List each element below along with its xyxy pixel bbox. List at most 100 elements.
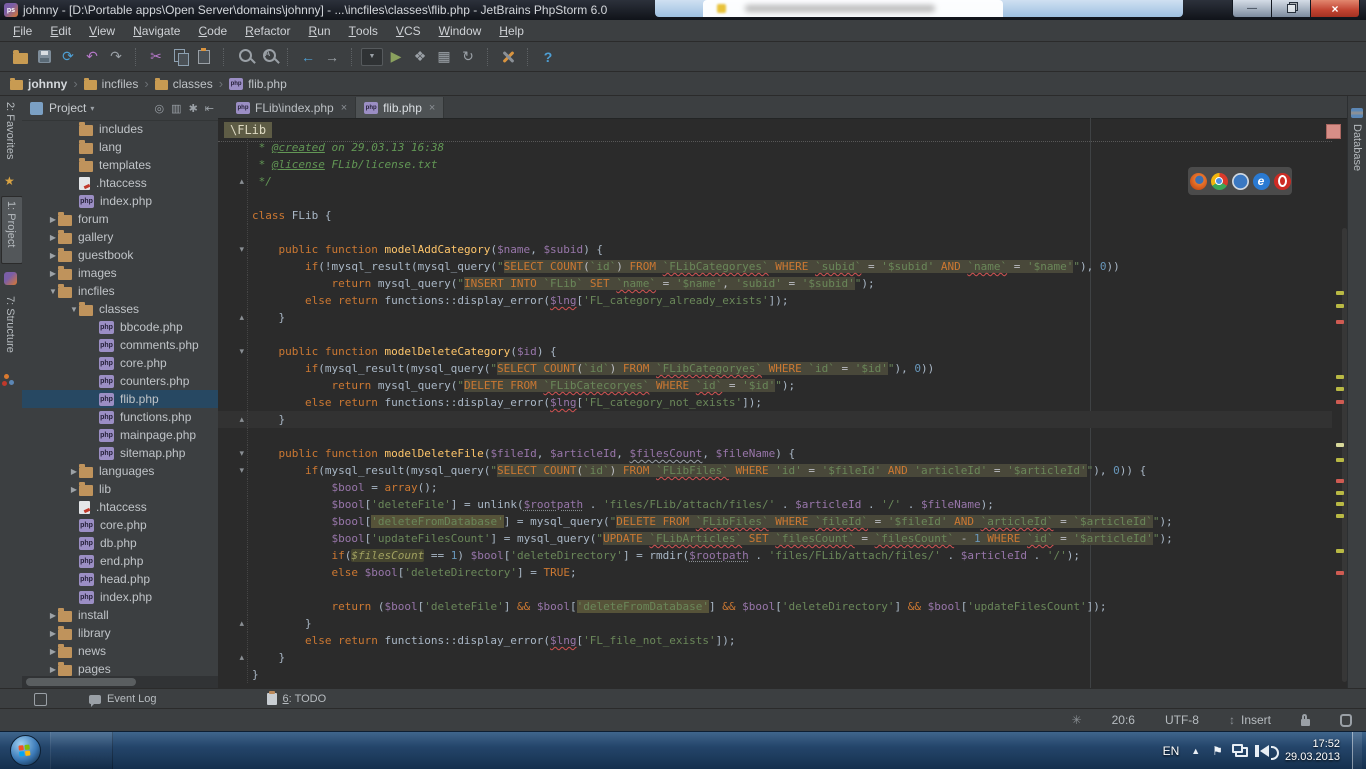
breadcrumb-classes[interactable]: classes: [155, 77, 213, 91]
action-center-icon[interactable]: ⚑: [1212, 744, 1223, 758]
tree-closed-arrow-icon[interactable]: ▶: [48, 251, 58, 260]
tree-closed-arrow-icon[interactable]: ▶: [48, 665, 58, 674]
safari-icon[interactable]: [1232, 173, 1249, 190]
code-line[interactable]: if($filesCount == 1) $bool['deleteDirect…: [218, 547, 1332, 564]
language-indicator[interactable]: EN: [1163, 744, 1180, 758]
project-header-collapse-icon[interactable]: ⇤: [205, 102, 214, 115]
tree-item-languages[interactable]: ▶languages: [22, 462, 218, 480]
volume-icon[interactable]: [1260, 745, 1269, 757]
tree-closed-arrow-icon[interactable]: ▶: [48, 269, 58, 278]
tab-flib.php[interactable]: phpflib.php×: [356, 97, 444, 118]
tree-item-install[interactable]: ▶install: [22, 606, 218, 624]
tree-item-guestbook[interactable]: ▶guestbook: [22, 246, 218, 264]
show-desktop-button[interactable]: [1352, 732, 1362, 769]
tool-button-favorites[interactable]: 2: Favorites: [4, 102, 16, 159]
toolbar-rerun-icon[interactable]: ↻: [457, 46, 479, 68]
code-line[interactable]: ▴ }: [218, 309, 1332, 326]
tree-open-arrow-icon[interactable]: ▼: [69, 305, 79, 314]
tree-closed-arrow-icon[interactable]: ▶: [48, 215, 58, 224]
stripe-mark[interactable]: [1336, 443, 1344, 447]
chrome-icon[interactable]: [1211, 173, 1228, 190]
stripe-mark[interactable]: [1336, 400, 1344, 404]
project-header-split-icon[interactable]: ▥: [171, 102, 181, 115]
menu-tools[interactable]: Tools: [340, 20, 387, 41]
menu-view[interactable]: View: [80, 20, 124, 41]
file-error-indicator[interactable]: [1326, 124, 1341, 139]
tree-item-templates[interactable]: templates: [22, 156, 218, 174]
tab-close-icon[interactable]: ×: [341, 102, 347, 114]
code-line[interactable]: $bool['deleteFile'] = unlink($rootpath .…: [218, 496, 1332, 513]
menu-run[interactable]: Run: [300, 20, 340, 41]
code-line[interactable]: [218, 224, 1332, 241]
breadcrumb-incfiles[interactable]: incfiles: [84, 77, 139, 91]
tool-button-project[interactable]: 1: Project: [1, 196, 23, 264]
network-icon[interactable]: [1235, 747, 1248, 757]
menu-window[interactable]: Window: [430, 20, 491, 41]
stripe-mark[interactable]: [1336, 491, 1344, 495]
scrollbar-thumb[interactable]: [26, 678, 136, 686]
close-button[interactable]: ×: [1310, 0, 1360, 18]
tree-item-library[interactable]: ▶library: [22, 624, 218, 642]
toolbar-open-folder-icon[interactable]: [9, 46, 31, 68]
toolbar-back-icon[interactable]: ←: [297, 46, 319, 68]
tree-item-comments.php[interactable]: phpcomments.php: [22, 336, 218, 354]
tree-item-gallery[interactable]: ▶gallery: [22, 228, 218, 246]
tree-item-forum[interactable]: ▶forum: [22, 210, 218, 228]
tree-item-sitemap.php[interactable]: phpsitemap.php: [22, 444, 218, 462]
toolwindow-button-event-log[interactable]: Event Log: [89, 693, 157, 705]
code-line[interactable]: if(mysql_result(mysql_query("SELECT COUN…: [218, 360, 1332, 377]
lock-icon[interactable]: [1301, 719, 1310, 726]
toolbar-undo-icon[interactable]: ↶: [81, 46, 103, 68]
code-line[interactable]: ▾ if(mysql_result(mysql_query("SELECT CO…: [218, 462, 1332, 479]
tree-item-classes[interactable]: ▼classes: [22, 300, 218, 318]
code-line[interactable]: ▾ public function modelAddCategory($name…: [218, 241, 1332, 258]
caret-position[interactable]: 20:6: [1112, 713, 1135, 727]
project-header-locate-icon[interactable]: ◎: [155, 102, 165, 115]
code-line[interactable]: [218, 190, 1332, 207]
tree-item-.htaccess[interactable]: .htaccess: [22, 498, 218, 516]
tree-item-news[interactable]: ▶news: [22, 642, 218, 660]
code-line[interactable]: $bool['deleteFromDatabase'] = mysql_quer…: [218, 513, 1332, 530]
tree-closed-arrow-icon[interactable]: ▶: [69, 485, 79, 494]
menu-help[interactable]: Help: [490, 20, 533, 41]
toolbar-paste-icon[interactable]: [193, 46, 215, 68]
tree-item-mainpage.php[interactable]: phpmainpage.php: [22, 426, 218, 444]
code-line[interactable]: else return functions::display_error($ln…: [218, 394, 1332, 411]
tree-item-images[interactable]: ▶images: [22, 264, 218, 282]
menu-code[interactable]: Code: [189, 20, 236, 41]
code-line[interactable]: * @created on 29.03.13 16:38: [218, 139, 1332, 156]
project-tree-hscrollbar[interactable]: [22, 676, 218, 688]
tree-item-core.php[interactable]: phpcore.php: [22, 354, 218, 372]
code-line[interactable]: ▴ }: [218, 615, 1332, 632]
tree-item-head.php[interactable]: phphead.php: [22, 570, 218, 588]
breadcrumb-johnny[interactable]: johnny: [10, 77, 67, 91]
toolbar-sync-icon[interactable]: ⟳: [57, 46, 79, 68]
toolbar-forward-icon[interactable]: →: [321, 46, 343, 68]
tree-item-counters.php[interactable]: phpcounters.php: [22, 372, 218, 390]
toolwindow-button-6-todo[interactable]: 6: TODO: [267, 693, 327, 705]
toolbar-help-icon[interactable]: ?: [537, 46, 559, 68]
tree-item-index.php[interactable]: phpindex.php: [22, 588, 218, 606]
menu-file[interactable]: File: [4, 20, 41, 41]
toolbar-replace-icon[interactable]: [257, 46, 279, 68]
code-line[interactable]: [218, 326, 1332, 343]
start-button[interactable]: [0, 732, 50, 769]
menu-refactor[interactable]: Refactor: [236, 20, 299, 41]
insert-mode[interactable]: ↕Insert: [1229, 713, 1271, 727]
stripe-mark[interactable]: [1336, 375, 1344, 379]
toolbar-redo-icon[interactable]: ↷: [105, 46, 127, 68]
tree-item-.htaccess[interactable]: .htaccess: [22, 174, 218, 192]
code-line[interactable]: $bool['updateFilesCount'] = mysql_query(…: [218, 530, 1332, 547]
toolbar-cut-icon[interactable]: ✂: [145, 46, 167, 68]
tree-item-core.php[interactable]: phpcore.php: [22, 516, 218, 534]
tree-closed-arrow-icon[interactable]: ▶: [69, 467, 79, 476]
project-view-selector[interactable]: Project ▾: [30, 101, 94, 115]
menu-edit[interactable]: Edit: [41, 20, 80, 41]
code-line[interactable]: return ($bool['deleteFile'] && $bool['de…: [218, 598, 1332, 615]
menu-navigate[interactable]: Navigate: [124, 20, 189, 41]
code-line[interactable]: return mysql_query("INSERT INTO `FLib` S…: [218, 275, 1332, 292]
toolbar-copy-icon[interactable]: [169, 46, 191, 68]
code-line[interactable]: ▴ }: [218, 411, 1332, 428]
code-line[interactable]: ▾ public function modelDeleteFile($fileI…: [218, 445, 1332, 462]
tree-item-includes[interactable]: includes: [22, 120, 218, 138]
